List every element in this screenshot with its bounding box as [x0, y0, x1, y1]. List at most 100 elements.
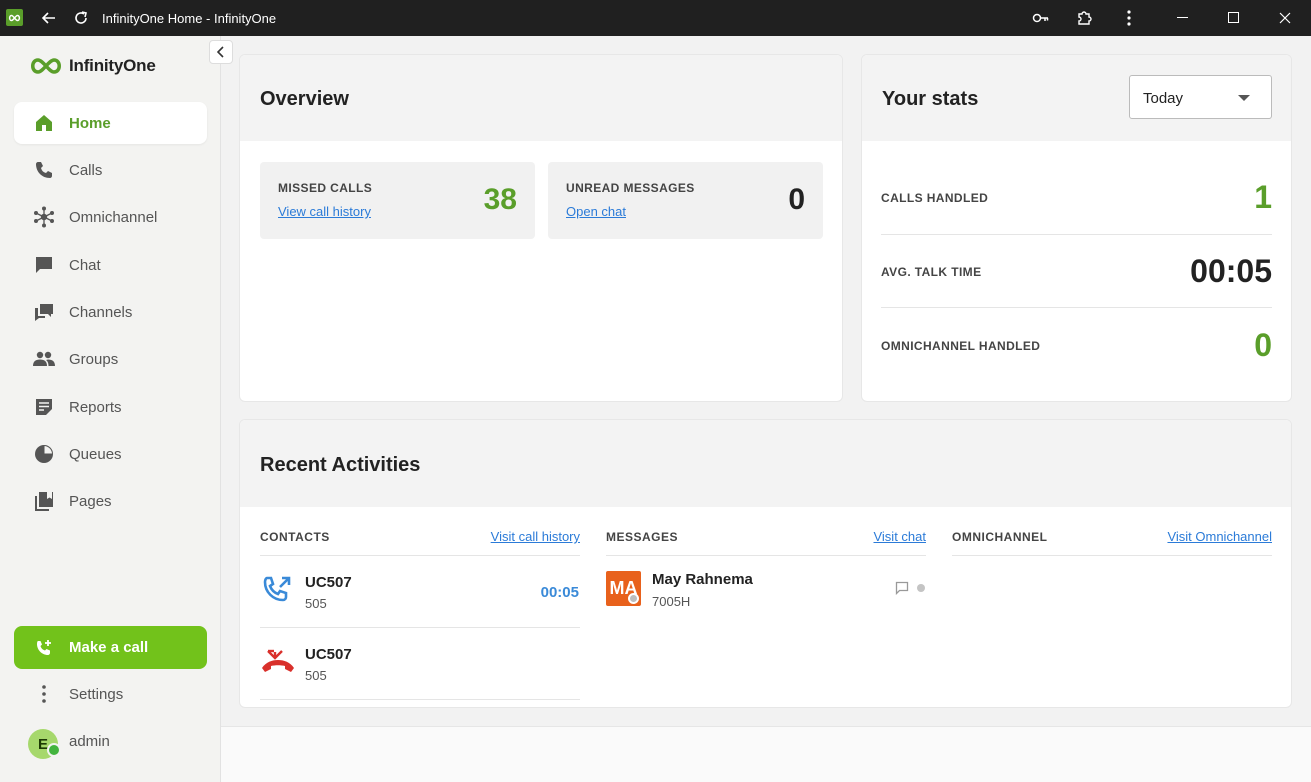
unread-messages-value: 0	[788, 183, 805, 216]
your-stats-title: Your stats	[882, 88, 979, 110]
sidebar-item-label: Channels	[69, 303, 133, 321]
logo-text: InfinityOne	[69, 56, 156, 75]
stats-period-value: Today	[1143, 90, 1184, 107]
omnichannel-heading: OMNICHANNEL	[952, 530, 1048, 544]
divider	[606, 555, 926, 556]
stats-label: AVG. TALK TIME	[881, 265, 982, 279]
stats-label: CALLS HANDLED	[881, 191, 989, 205]
visit-omnichannel-link[interactable]: Visit Omnichannel	[1167, 529, 1272, 544]
key-icon[interactable]	[1029, 6, 1053, 30]
recent-activities-header: Recent Activities	[240, 420, 1291, 507]
message-icon[interactable]	[895, 581, 909, 600]
presence-dot	[917, 584, 925, 592]
visit-chat-link[interactable]: Visit chat	[873, 529, 926, 544]
chevron-left-icon	[217, 46, 224, 58]
sidebar-item-label: Reports	[69, 398, 122, 416]
sidebar-item-omnichannel[interactable]: Omnichannel	[14, 196, 207, 238]
sidebar-item-label: Home	[69, 114, 111, 132]
window-title: InfinityOne Home - InfinityOne	[102, 11, 277, 26]
stats-value: 1	[1254, 179, 1272, 215]
collapse-sidebar-button[interactable]	[209, 40, 233, 64]
sidebar-item-queues[interactable]: Queues	[14, 433, 207, 475]
list-item[interactable]: UC507 505	[260, 628, 580, 699]
title-bar: InfinityOne Home - InfinityOne	[0, 0, 1311, 36]
contact-name: UC507	[305, 646, 352, 663]
groups-icon	[32, 347, 56, 371]
logo[interactable]: InfinityOne	[28, 56, 156, 76]
caret-down-icon	[1238, 95, 1250, 101]
make-call-button[interactable]: Make a call	[14, 626, 207, 669]
stats-value: 0	[1254, 327, 1272, 363]
sidebar-item-chat[interactable]: Chat	[14, 244, 207, 286]
overview-title: Overview	[260, 88, 349, 110]
close-button[interactable]	[1273, 6, 1297, 30]
stats-period-select[interactable]: Today	[1129, 75, 1272, 119]
minimize-button[interactable]	[1171, 6, 1195, 30]
list-item[interactable]: UC507 505 00:05	[260, 556, 580, 627]
sidebar-item-label: Chat	[69, 256, 101, 274]
sidebar-item-channels[interactable]: Channels	[14, 291, 207, 333]
online-status-badge	[47, 743, 61, 757]
sidebar-item-pages[interactable]: Pages	[14, 480, 207, 522]
phone-add-icon	[32, 636, 56, 660]
contact-number: 505	[305, 668, 327, 683]
channels-icon	[32, 300, 56, 324]
sidebar-item-label: Queues	[69, 445, 122, 463]
sidebar-item-label: Omnichannel	[69, 208, 158, 226]
sidebar-item-calls[interactable]: Calls	[14, 149, 207, 191]
message-sender-sub: 7005H	[652, 594, 691, 609]
reload-button[interactable]	[69, 6, 93, 30]
view-call-history-link[interactable]: View call history	[278, 204, 371, 219]
contact-number: 505	[305, 596, 327, 611]
sidebar-item-home[interactable]: Home	[14, 102, 207, 144]
unread-messages-label: UNREAD MESSAGES	[566, 181, 695, 195]
phone-icon	[32, 158, 56, 182]
reports-icon	[32, 395, 56, 419]
divider	[260, 699, 580, 700]
contacts-heading: CONTACTS	[260, 530, 330, 544]
maximize-button[interactable]	[1222, 6, 1246, 30]
extensions-icon[interactable]	[1073, 6, 1097, 30]
logo-infinity-icon	[31, 58, 61, 74]
contact-name: UC507	[305, 574, 352, 591]
messages-heading: MESSAGES	[606, 530, 679, 544]
divider	[881, 234, 1272, 235]
open-chat-link[interactable]: Open chat	[566, 204, 626, 219]
sidebar-item-label: Settings	[69, 685, 124, 703]
missed-calls-value: 38	[483, 183, 517, 216]
recent-activities-title: Recent Activities	[260, 454, 421, 476]
make-call-label: Make a call	[69, 639, 149, 656]
missed-call-icon	[260, 646, 296, 683]
missed-calls-tile: MISSED CALLS View call history 38	[260, 162, 535, 239]
sidebar-item-settings[interactable]: Settings	[14, 673, 207, 715]
message-sender-name[interactable]: May Rahnema	[652, 571, 753, 588]
stats-row-avg-talk-time: AVG. TALK TIME 00:05	[881, 249, 1272, 293]
back-button[interactable]	[37, 6, 61, 30]
sidebar-item-label: Pages	[69, 492, 112, 510]
sidebar-item-label: Groups	[69, 350, 119, 368]
omnichannel-icon	[32, 205, 56, 229]
unread-messages-tile: UNREAD MESSAGES Open chat 0	[548, 162, 823, 239]
sidebar-item-label: Calls	[69, 161, 103, 179]
bottom-strip	[221, 726, 1311, 782]
stats-value: 00:05	[1190, 253, 1272, 289]
chat-icon	[32, 253, 56, 277]
stats-row-omnichannel-handled: OMNICHANNEL HANDLED 0	[881, 323, 1272, 367]
stats-label: OMNICHANNEL HANDLED	[881, 339, 1041, 353]
user-name[interactable]: admin	[69, 733, 110, 750]
offline-status-badge	[628, 593, 639, 604]
queues-icon	[32, 442, 56, 466]
pages-icon	[32, 489, 56, 513]
divider	[881, 307, 1272, 308]
sidebar-item-groups[interactable]: Groups	[14, 338, 207, 380]
call-duration: 00:05	[540, 584, 579, 601]
stats-row-calls-handled: CALLS HANDLED 1	[881, 175, 1272, 219]
overview-card: Overview MISSED CALLS View call history …	[239, 54, 843, 402]
visit-call-history-link[interactable]: Visit call history	[491, 529, 580, 544]
divider	[952, 555, 1272, 556]
home-icon	[32, 111, 56, 135]
outgoing-call-icon	[261, 574, 293, 611]
sidebar-item-reports[interactable]: Reports	[14, 386, 207, 428]
more-menu-icon[interactable]	[1117, 6, 1141, 30]
app-icon	[6, 9, 23, 26]
